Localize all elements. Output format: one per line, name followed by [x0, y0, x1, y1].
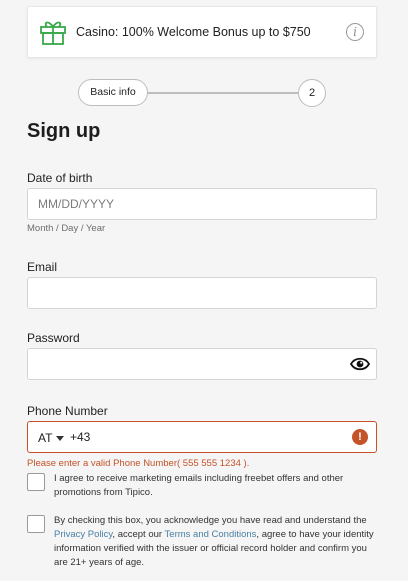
signup-progress-stepper: Basic info 2	[78, 79, 326, 107]
phone-error-message: Please enter a valid Phone Number( 555 5…	[27, 458, 250, 469]
terms-consent-text: By checking this box, you acknowledge yo…	[54, 514, 379, 570]
email-field-wrapper	[27, 277, 377, 309]
password-field-wrapper	[27, 348, 377, 380]
email-label: Email	[27, 260, 58, 274]
error-icon: !	[352, 429, 368, 445]
chevron-down-icon	[56, 435, 65, 441]
terms-text-part-2: , accept our	[112, 529, 165, 540]
country-code-value: AT	[38, 431, 53, 445]
terms-text-part-1: By checking this box, you acknowledge yo…	[54, 515, 367, 526]
gift-icon	[40, 21, 66, 45]
country-code-select[interactable]: AT	[38, 431, 65, 445]
marketing-consent-text: I agree to receive marketing emails incl…	[54, 473, 344, 498]
welcome-bonus-banner[interactable]: Casino: 100% Welcome Bonus up to $750 i	[27, 6, 377, 58]
privacy-policy-link[interactable]: Privacy Policy	[54, 529, 112, 540]
phone-field-wrapper: AT +43 !	[27, 421, 377, 453]
eye-icon[interactable]	[350, 356, 370, 372]
email-input[interactable]	[28, 278, 376, 308]
terms-and-conditions-link[interactable]: Terms and Conditions	[165, 529, 257, 540]
password-input[interactable]	[28, 349, 376, 379]
step-connector	[146, 92, 298, 94]
step-basic-info: Basic info	[78, 79, 148, 106]
dob-label: Date of birth	[27, 171, 93, 185]
dob-field-wrapper	[27, 188, 377, 220]
terms-checkbox[interactable]	[27, 515, 45, 533]
phone-label: Phone Number	[27, 404, 108, 418]
bonus-text: Casino: 100% Welcome Bonus up to $750	[76, 25, 311, 39]
phone-prefix-input[interactable]: +43	[70, 430, 90, 444]
password-label: Password	[27, 331, 80, 345]
marketing-checkbox[interactable]	[27, 473, 45, 491]
info-icon[interactable]: i	[346, 23, 364, 41]
dob-hint: Month / Day / Year	[27, 223, 106, 234]
step-two: 2	[298, 79, 326, 107]
page-title: Sign up	[27, 120, 101, 142]
dob-input[interactable]	[28, 189, 376, 219]
